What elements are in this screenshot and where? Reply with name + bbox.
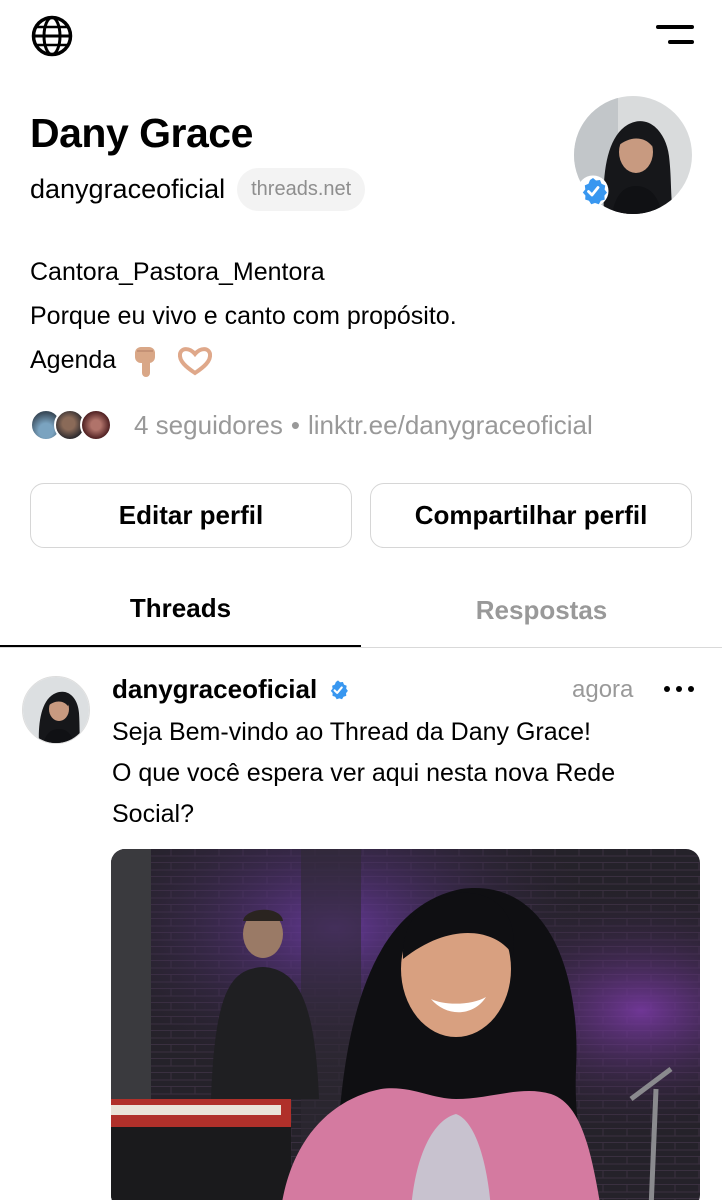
tab-threads[interactable]: Threads [0,572,361,647]
follower-avatar [80,409,112,441]
verified-badge-icon [330,679,349,699]
bio-line-agenda: Agenda [30,338,457,382]
globe-icon[interactable] [30,14,74,58]
verified-badge-icon [577,175,609,207]
post-avatar[interactable] [22,676,90,744]
pointing-down-icon [135,347,156,378]
followers-info: 4 seguidores • linktr.ee/danygraceoficia… [134,410,593,441]
heart-hands-icon [178,347,213,376]
bio-line: Cantora_Pastora_Mentora [30,258,325,286]
bio-line: Agenda [30,346,117,374]
edit-profile-button[interactable]: Editar perfil [30,483,352,548]
post-timestamp: agora [572,676,634,703]
top-bar [0,0,722,72]
post-image[interactable] [111,849,700,1200]
followers-row: 4 seguidores • linktr.ee/danygraceoficia… [30,404,593,446]
domain-badge[interactable]: threads.net [237,168,366,211]
bio-line: Porque eu vivo e canto com propósito. [30,302,457,330]
handle-row: danygraceoficial threads.net [30,168,366,211]
post-text: Seja Bem-vindo ao Thread da Dany Grace! … [112,718,616,828]
profile-link[interactable]: linktr.ee/danygraceoficial [308,410,593,441]
follower-avatars[interactable] [30,407,120,443]
tab-respostas[interactable]: Respostas [361,572,722,648]
followers-count[interactable]: 4 seguidores [134,410,283,441]
menu-icon[interactable] [654,22,694,50]
more-options-icon[interactable] [664,676,694,702]
post-header: danygraceoficial [112,674,349,705]
separator-dot: • [290,409,300,440]
share-profile-button[interactable]: Compartilhar perfil [370,483,692,548]
post-username[interactable]: danygraceoficial [112,674,317,705]
profile-name: Dany Grace [30,110,253,156]
profile-tabs: Threads Respostas [0,572,722,648]
bio: Cantora_Pastora_Mentora Porque eu vivo e… [30,250,457,382]
profile-handle: danygraceoficial [30,174,226,204]
